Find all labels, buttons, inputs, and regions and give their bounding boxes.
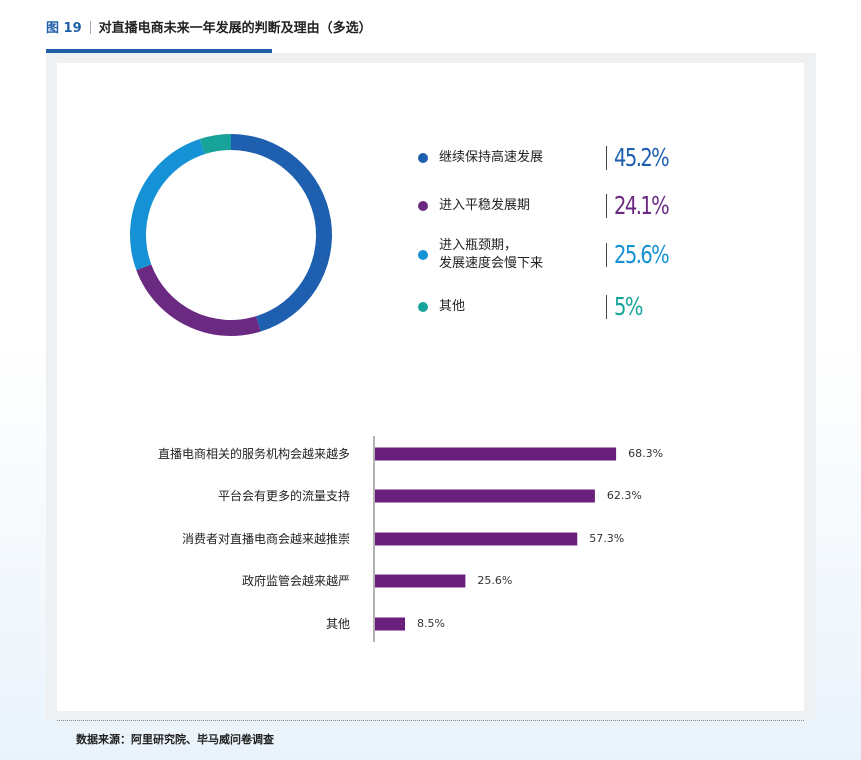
bar-value-label-4: 25.6% (477, 574, 513, 587)
bar-1 (375, 447, 617, 461)
bar-category-label-3: 消费者对直播电商会越来越推崇 (181, 532, 350, 546)
bar-value-label-1: 68.3% (628, 447, 664, 460)
bar-category-label-5: 其他 (325, 617, 350, 631)
bar-5 (375, 617, 406, 631)
source-note: 数据来源：阿里研究院、毕马威问卷调查 (76, 733, 274, 746)
bar-value-label-5: 8.5% (417, 617, 445, 630)
bar-value-label-2: 62.3% (606, 489, 642, 502)
bar-category-label-4: 政府监管会越来越严 (241, 574, 350, 588)
source-divider (57, 720, 804, 721)
bar-3 (375, 532, 578, 546)
bar-4 (375, 574, 466, 588)
bar-2 (375, 489, 595, 503)
bar-category-label-1: 直播电商相关的服务机构会越来越多 (157, 447, 350, 461)
bar-category-label-2: 平台会有更多的流量支持 (217, 489, 350, 503)
bar-value-label-3: 57.3% (589, 532, 625, 545)
bar-chart (373, 436, 617, 642)
